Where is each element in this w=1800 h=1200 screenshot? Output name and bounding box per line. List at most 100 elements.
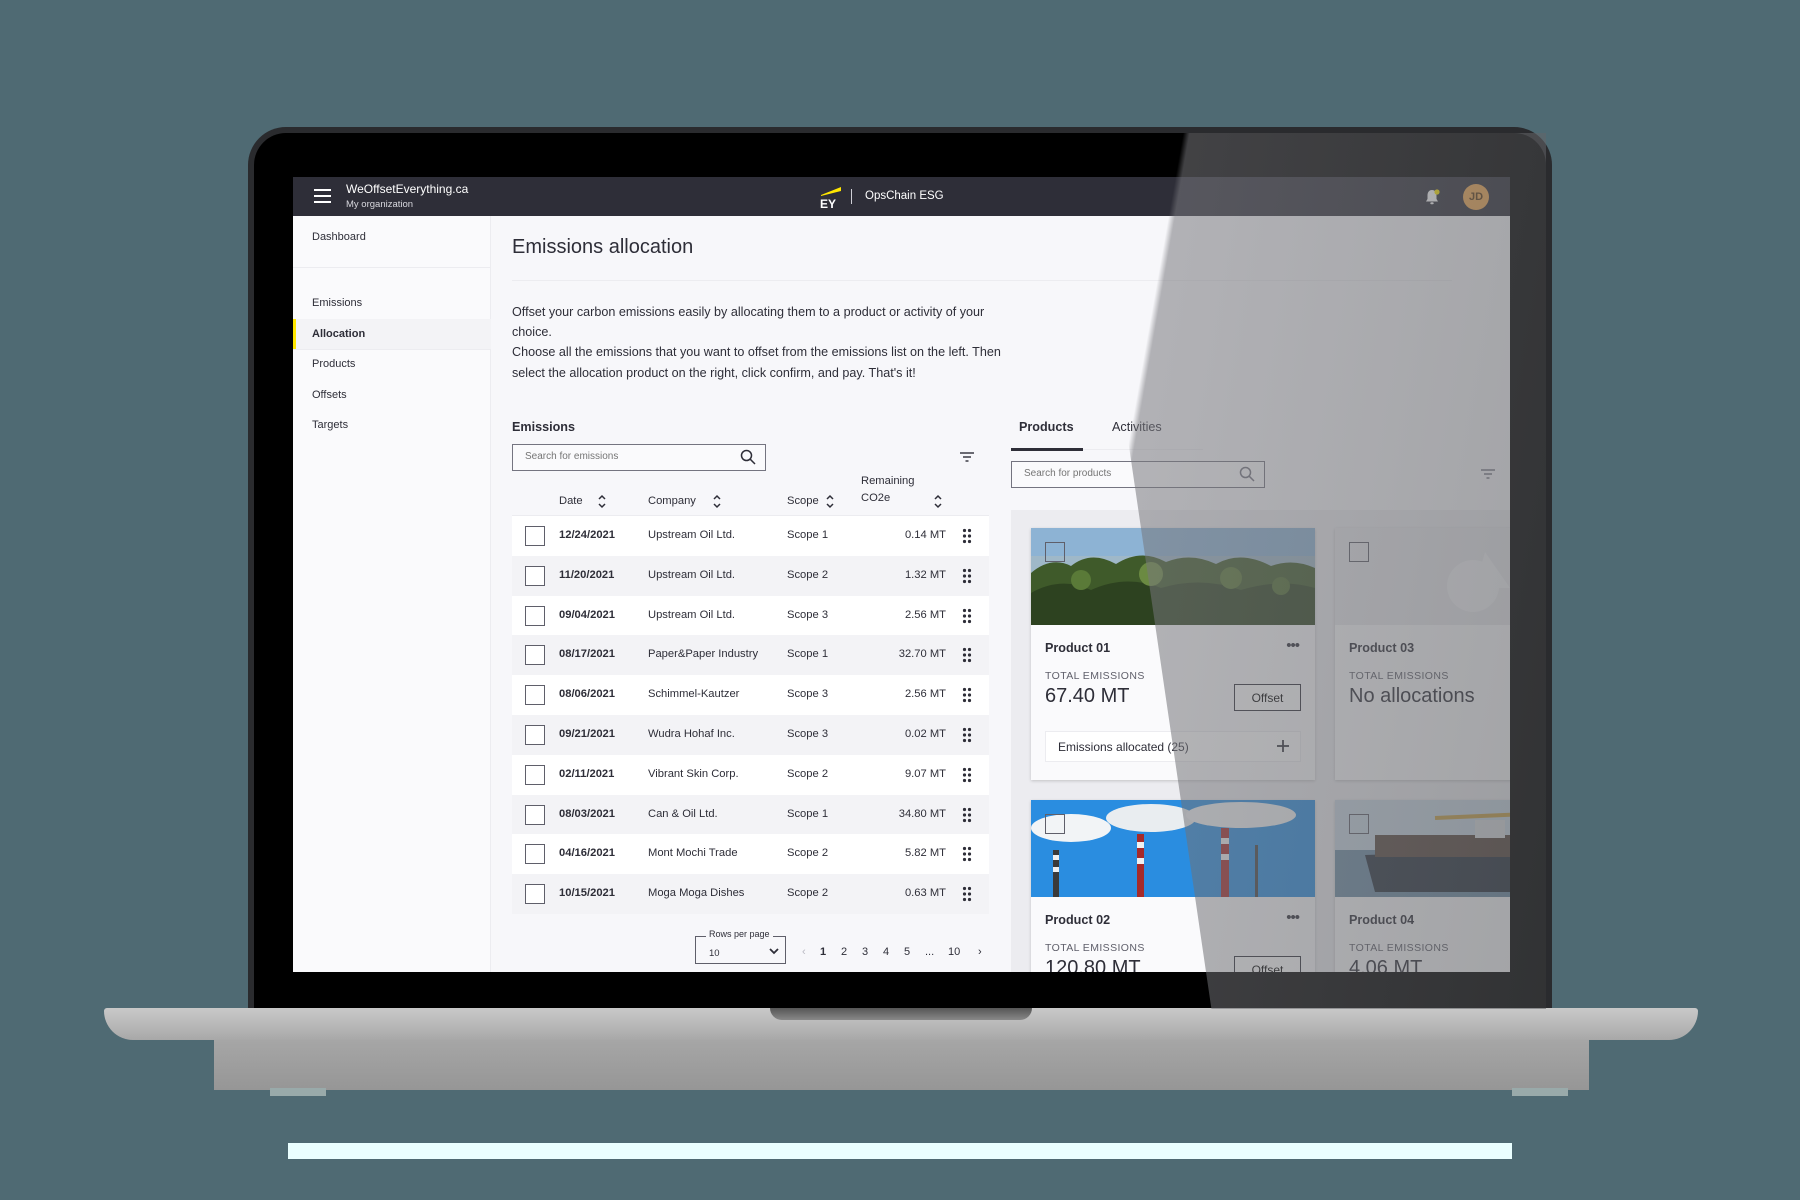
page-2[interactable]: 2 xyxy=(841,946,847,958)
table-row[interactable]: 08/06/2021 Schimmel-Kautzer Scope 3 2.56 MT xyxy=(512,675,989,715)
drag-handle-icon[interactable] xyxy=(962,528,972,544)
page-3[interactable]: 3 xyxy=(862,946,868,958)
row-scope: Scope 2 xyxy=(787,568,829,581)
product-card[interactable]: Product 04 TOTAL EMISSIONS 4.06 MT xyxy=(1335,800,1510,972)
top-bar: WeOffsetEverything.ca My organization EY… xyxy=(293,177,1510,216)
offset-button[interactable]: Offset xyxy=(1234,956,1301,972)
sidebar-item-offsets[interactable]: Offsets xyxy=(293,380,491,410)
table-row[interactable]: 11/20/2021 Upstream Oil Ltd. Scope 2 1.32 M… xyxy=(512,555,989,596)
table-row[interactable]: 09/21/2021 Wudra Hohaf Inc. Scope 3 0.02 MT xyxy=(512,714,989,755)
product-card[interactable]: Product 01 ••• TOTAL EMISSIONS 67.40 MT … xyxy=(1031,528,1315,780)
row-scope: Scope 1 xyxy=(787,529,829,541)
search-icon[interactable] xyxy=(740,449,756,465)
product-checkbox[interactable] xyxy=(1045,814,1065,834)
drag-handle-icon[interactable] xyxy=(962,846,972,862)
row-checkbox[interactable] xyxy=(525,764,545,785)
notification-bell-icon[interactable] xyxy=(1423,188,1441,206)
column-header-scope[interactable]: Scope xyxy=(787,495,819,507)
sidebar-item-targets[interactable]: Targets xyxy=(293,410,491,440)
tab-activities[interactable]: Activities xyxy=(1112,420,1162,434)
hamburger-menu-icon[interactable] xyxy=(314,189,331,203)
prev-page-icon[interactable]: ‹ xyxy=(802,946,806,958)
emissions-search[interactable] xyxy=(512,444,766,471)
row-checkbox[interactable] xyxy=(525,844,545,865)
row-company: Upstream Oil Ltd. xyxy=(648,608,736,621)
column-header-company[interactable]: Company xyxy=(648,495,696,507)
table-row[interactable]: 02/11/2021 Vibrant Skin Corp. Scope 2 9.07 … xyxy=(512,754,989,795)
table-row[interactable]: 12/24/2021 Upstream Oil Ltd. Scope 1 0.14 M… xyxy=(512,516,989,556)
page-4[interactable]: 4 xyxy=(883,946,889,958)
row-remaining-co2e: 32.70 MT xyxy=(898,648,946,661)
more-options-icon[interactable]: ••• xyxy=(1286,637,1300,654)
product-checkbox[interactable] xyxy=(1349,814,1369,834)
emissions-filter-icon[interactable] xyxy=(959,451,975,463)
tab-products[interactable]: Products xyxy=(1019,420,1074,434)
next-page-icon[interactable]: › xyxy=(978,946,982,958)
sidebar-item-dashboard[interactable]: Dashboard xyxy=(293,222,491,252)
drag-handle-icon[interactable] xyxy=(962,767,972,783)
page-10[interactable]: 10 xyxy=(948,946,960,958)
table-row[interactable]: 09/04/2021 Upstream Oil Ltd. Scope 3 2.56 M… xyxy=(512,595,989,636)
products-search-input[interactable] xyxy=(1024,468,1226,479)
sidebar-item-emissions[interactable]: Emissions xyxy=(293,288,491,318)
row-date: 02/11/2021 xyxy=(559,767,615,780)
table-row[interactable]: 10/15/2021 Moga Moga Dishes Scope 2 0.63 MT xyxy=(512,874,989,914)
row-company: Upstream Oil Ltd. xyxy=(648,529,736,541)
row-scope: Scope 2 xyxy=(787,887,829,900)
product-cards-area: Product 01 ••• TOTAL EMISSIONS 67.40 MT … xyxy=(1011,510,1510,972)
drag-handle-icon[interactable] xyxy=(962,807,972,823)
row-checkbox[interactable] xyxy=(525,724,545,745)
remaining-label: Remaining xyxy=(861,475,915,487)
emissions-allocated-label: Emissions allocated (25) xyxy=(1058,740,1189,754)
column-header-date[interactable]: Date xyxy=(559,495,583,507)
emissions-allocated-row[interactable]: Emissions allocated (25) xyxy=(1045,731,1301,762)
row-date: 04/16/2021 xyxy=(559,847,615,860)
plus-icon[interactable] xyxy=(1276,739,1290,753)
table-row[interactable]: 08/17/2021 Paper&Paper Industry Scope 1 32.… xyxy=(512,635,989,676)
products-search[interactable] xyxy=(1011,461,1265,488)
drag-handle-icon[interactable] xyxy=(962,886,972,902)
more-options-icon[interactable]: ••• xyxy=(1286,909,1300,926)
sort-company-icon[interactable] xyxy=(713,494,721,509)
row-checkbox[interactable] xyxy=(525,804,545,825)
sort-co2e-icon[interactable] xyxy=(934,494,942,509)
row-checkbox[interactable] xyxy=(525,605,545,626)
row-scope: Scope 2 xyxy=(787,767,829,780)
emissions-search-input[interactable] xyxy=(525,451,727,462)
table-row[interactable]: 04/16/2021 Mont Mochi Trade Scope 2 5.82 MT xyxy=(512,834,989,875)
row-checkbox[interactable] xyxy=(525,884,545,905)
row-remaining-co2e: 2.56 MT xyxy=(904,688,946,701)
product-checkbox[interactable] xyxy=(1349,542,1369,562)
product-card[interactable]: Product 03 TOTAL EMISSIONS No allocation… xyxy=(1335,528,1510,780)
org-subtitle: My organization xyxy=(346,199,414,210)
row-date: 11/20/2021 xyxy=(559,568,615,581)
search-icon[interactable] xyxy=(1239,466,1255,482)
products-filter-icon[interactable] xyxy=(1480,468,1496,480)
drag-handle-icon[interactable] xyxy=(962,608,972,624)
row-checkbox[interactable] xyxy=(525,526,545,546)
rows-per-page-select[interactable]: Rows per page 10 xyxy=(695,929,786,964)
product-checkbox[interactable] xyxy=(1045,542,1065,562)
product-card[interactable]: Product 02 ••• TOTAL EMISSIONS 120.80 MT… xyxy=(1031,800,1315,972)
total-emissions-label: TOTAL EMISSIONS xyxy=(1045,670,1145,682)
description-line-2: Choose all the emissions that you want t… xyxy=(512,345,1001,380)
drag-handle-icon[interactable] xyxy=(962,568,972,584)
sort-date-icon[interactable] xyxy=(598,494,606,509)
offset-button[interactable]: Offset xyxy=(1234,684,1301,711)
page-1[interactable]: 1 xyxy=(820,946,826,958)
org-name[interactable]: WeOffsetEverything.ca xyxy=(346,182,468,196)
row-checkbox[interactable] xyxy=(525,645,545,666)
product-name: Product 03 xyxy=(1349,641,1415,655)
drag-handle-icon[interactable] xyxy=(962,687,972,703)
sidebar-item-products[interactable]: Products xyxy=(293,349,491,379)
table-row[interactable]: 08/03/2021 Can & Oil Ltd. Scope 1 34.80 MT xyxy=(512,794,989,835)
user-avatar[interactable]: JD xyxy=(1463,184,1489,210)
row-checkbox[interactable] xyxy=(525,565,545,586)
page-5[interactable]: 5 xyxy=(904,946,910,958)
sidebar-item-allocation[interactable]: Allocation xyxy=(293,319,491,349)
drag-handle-icon[interactable] xyxy=(962,647,972,663)
drag-handle-icon[interactable] xyxy=(962,727,972,743)
row-checkbox[interactable] xyxy=(525,685,545,706)
sort-scope-icon[interactable] xyxy=(826,494,834,509)
column-header-remaining-co2e[interactable]: Remaining CO2e xyxy=(861,473,914,507)
